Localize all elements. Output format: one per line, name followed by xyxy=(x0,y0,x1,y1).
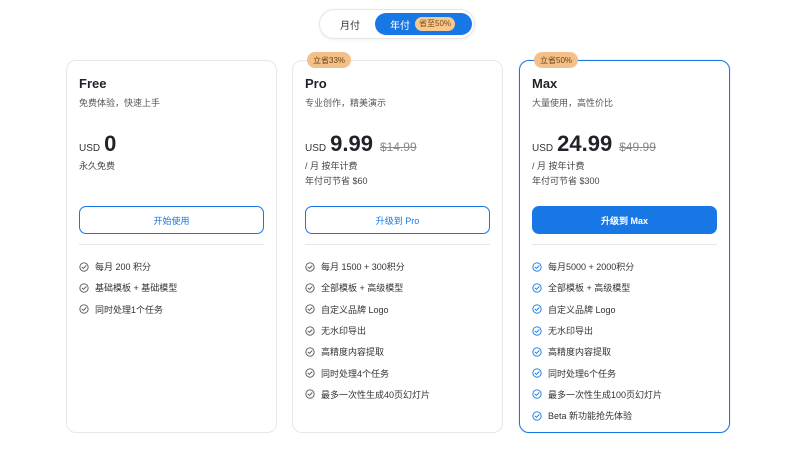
price-row: USD 9.99 $14.99 xyxy=(305,131,417,157)
feature-label: 全部模板 + 高级模型 xyxy=(548,283,631,294)
feature-list: 每月 1500 + 300积分 全部模板 + 高级模型 自定义品牌 Logo 无水印导… xyxy=(305,256,430,405)
feature-label: 高精度内容提取 xyxy=(321,347,385,358)
billing-toggle: 月付 年付 省至50% xyxy=(319,9,475,39)
check-circle-icon xyxy=(532,368,542,378)
check-circle-icon xyxy=(532,347,542,357)
upgrade-pro-button[interactable]: 升级到 Pro xyxy=(305,206,490,234)
check-circle-icon xyxy=(532,411,542,421)
feature-item: 同时处理4个任务 xyxy=(305,362,430,383)
feature-item: 每月 1500 + 300积分 xyxy=(305,256,430,277)
divider xyxy=(305,244,490,245)
plan-description: 大量使用，高性价比 xyxy=(532,98,614,108)
check-circle-icon xyxy=(305,389,315,400)
check-circle-icon xyxy=(532,304,542,314)
plan-name: Max xyxy=(532,76,558,91)
yearly-savings: 年付可节省 $300 xyxy=(532,176,600,186)
feature-item: 高精度内容提取 xyxy=(305,341,430,362)
feature-item: 无水印导出 xyxy=(305,320,430,341)
price-currency: USD xyxy=(532,143,554,154)
discount-badge: 立省33% xyxy=(307,52,352,68)
plan-name: Free xyxy=(79,76,107,91)
feature-label: 高精度内容提取 xyxy=(548,347,612,358)
feature-label: 同时处理6个任务 xyxy=(548,368,617,379)
divider xyxy=(79,244,264,245)
feature-label: 同时处理4个任务 xyxy=(321,368,390,379)
check-circle-icon xyxy=(532,262,542,272)
feature-label: 最多一次性生成40页幻灯片 xyxy=(321,389,431,400)
price-amount: 0 xyxy=(104,131,117,156)
feature-label: 自定义品牌 Logo xyxy=(548,304,616,315)
feature-item: 全部模板 + 高级模型 xyxy=(305,277,430,298)
feature-item: 基础模板 + 基础模型 xyxy=(79,277,177,298)
discount-badge: 立省50% xyxy=(534,52,579,68)
feature-item: 无水印导出 xyxy=(532,320,662,341)
feature-label: 全部模板 + 高级模型 xyxy=(321,283,404,294)
price-row: USD 0 xyxy=(79,131,116,157)
plan-description: 专业创作，精美演示 xyxy=(305,98,387,108)
billing-period: / 月 按年计费 xyxy=(532,161,585,171)
check-circle-icon xyxy=(79,304,89,314)
check-circle-icon xyxy=(79,283,89,293)
feature-item: 同时处理1个任务 xyxy=(79,299,177,320)
check-circle-icon xyxy=(305,325,315,336)
check-circle-icon xyxy=(532,283,542,293)
billing-toggle-yearly-label: 年付 xyxy=(390,20,410,32)
feature-label: 基础模板 + 基础模型 xyxy=(95,283,178,294)
plan-name: Pro xyxy=(305,76,327,91)
feature-label: 自定义品牌 Logo xyxy=(321,304,389,315)
feature-item: 高精度内容提取 xyxy=(532,341,662,362)
yearly-savings: 年付可节省 $60 xyxy=(305,176,368,186)
billing-toggle-monthly[interactable]: 月付 xyxy=(326,14,374,34)
check-circle-icon xyxy=(305,304,315,314)
billing-period: / 月 按年计费 xyxy=(305,161,358,171)
check-circle-icon xyxy=(305,262,315,272)
original-price: $49.99 xyxy=(619,140,656,154)
yearly-discount-badge: 省至50% xyxy=(415,17,456,31)
feature-label: 每月 1500 + 300积分 xyxy=(321,262,405,273)
billing-toggle-yearly[interactable]: 年付 省至50% xyxy=(375,13,472,35)
original-price: $14.99 xyxy=(379,140,417,154)
check-circle-icon xyxy=(532,389,542,400)
feature-item: 每月5000 + 2000积分 xyxy=(532,256,662,277)
feature-item: 最多一次性生成100页幻灯片 xyxy=(532,384,662,405)
divider xyxy=(532,244,717,245)
price-subtitle: 永久免费 xyxy=(79,161,116,171)
feature-label: 最多一次性生成100页幻灯片 xyxy=(548,389,663,400)
feature-label: 每月 200 积分 xyxy=(95,262,152,273)
feature-item: 同时处理6个任务 xyxy=(532,362,662,383)
feature-item: 自定义品牌 Logo xyxy=(532,299,662,320)
plan-card-free: Free 免费体验，快速上手 USD 0 永久免费 开始使用 每月 200 积分… xyxy=(66,60,277,433)
feature-label: 无水印导出 xyxy=(548,326,594,337)
feature-list: 每月5000 + 2000积分 全部模板 + 高级模型 自定义品牌 Logo 无水印导… xyxy=(532,256,662,426)
price-amount: 9.99 xyxy=(330,131,373,156)
start-free-button[interactable]: 开始使用 xyxy=(79,206,264,234)
feature-item: 每月 200 积分 xyxy=(79,256,177,277)
check-circle-icon xyxy=(305,368,315,378)
check-circle-icon xyxy=(79,262,89,272)
price-currency: USD xyxy=(305,143,327,154)
feature-item: Beta 新功能抢先体验 xyxy=(532,405,662,426)
plan-card-max: 立省50% Max 大量使用，高性价比 USD 24.99 $49.99 / 月… xyxy=(519,52,730,433)
feature-label: Beta 新功能抢先体验 xyxy=(548,411,633,422)
feature-item: 全部模板 + 高级模型 xyxy=(532,277,662,298)
billing-toggle-monthly-label: 月付 xyxy=(340,20,360,32)
feature-label: 每月5000 + 2000积分 xyxy=(548,262,635,273)
price-currency: USD xyxy=(79,143,101,154)
feature-list: 每月 200 积分基础模板 + 基础模型 同时处理1个任务 xyxy=(79,256,177,320)
check-circle-icon xyxy=(532,325,542,336)
price-row: USD 24.99 $49.99 xyxy=(532,131,656,157)
upgrade-max-button[interactable]: 升级到 Max xyxy=(532,206,717,234)
check-circle-icon xyxy=(305,347,315,357)
feature-label: 无水印导出 xyxy=(321,326,367,337)
price-amount: 24.99 xyxy=(557,131,613,156)
feature-item: 最多一次性生成40页幻灯片 xyxy=(305,384,430,405)
feature-label: 同时处理1个任务 xyxy=(95,304,164,315)
plan-description: 免费体验，快速上手 xyxy=(79,98,161,108)
plan-card-pro: 立省33% Pro 专业创作，精美演示 USD 9.99 $14.99 / 月 … xyxy=(292,52,503,433)
check-circle-icon xyxy=(305,283,315,293)
feature-item: 自定义品牌 Logo xyxy=(305,299,430,320)
